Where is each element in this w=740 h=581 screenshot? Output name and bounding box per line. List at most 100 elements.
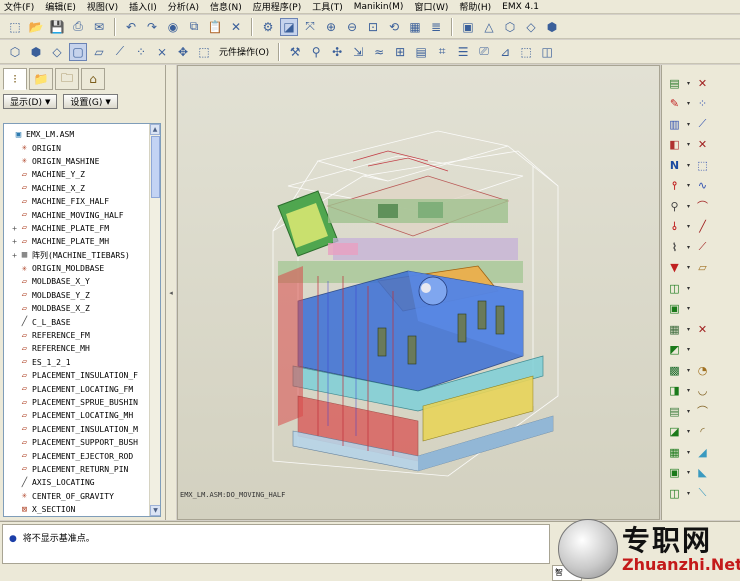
- frame-icon[interactable]: ⬚: [517, 43, 535, 61]
- ejector-icon[interactable]: ⚒: [286, 43, 304, 61]
- chevron-down-icon[interactable]: ▾: [687, 264, 690, 271]
- cube-shaded-icon[interactable]: ⬢: [27, 43, 45, 61]
- axis-icon[interactable]: ⟋: [694, 116, 711, 133]
- insert-icon[interactable]: ⊞: [391, 43, 409, 61]
- orient-icon[interactable]: ⟲: [385, 18, 403, 36]
- slider-icon[interactable]: ▣: [666, 300, 683, 317]
- csys-icon[interactable]: ✕: [694, 75, 711, 92]
- chevron-down-icon[interactable]: ▾: [687, 162, 690, 169]
- menu-file[interactable]: 文件(F): [4, 0, 34, 13]
- tree-item[interactable]: ▱ MACHINE_Y_Z: [4, 168, 150, 181]
- shading-icon[interactable]: ▣: [459, 18, 477, 36]
- tree-item[interactable]: ▱ MACHINE_X_Z: [4, 182, 150, 195]
- cube-wire-icon[interactable]: ◇: [48, 43, 66, 61]
- tree-item[interactable]: ▱ PLACEMENT_INSULATION_F: [4, 369, 150, 382]
- chevron-down-icon[interactable]: ▾: [687, 100, 690, 107]
- fit-icon[interactable]: ⤧: [301, 18, 319, 36]
- email-icon[interactable]: ✉: [90, 18, 108, 36]
- view-icon[interactable]: ◪: [280, 17, 298, 36]
- datum-plane-icon[interactable]: ⬚: [694, 157, 711, 174]
- chevron-down-icon[interactable]: ▾: [687, 285, 690, 292]
- parting-icon[interactable]: ✎: [666, 95, 683, 112]
- chevron-down-icon[interactable]: ▾: [687, 326, 690, 333]
- tree-item[interactable]: + ▱ MACHINE_PLATE_MH: [4, 235, 150, 248]
- cooling-icon[interactable]: ≈: [370, 43, 388, 61]
- tree-scrollbar[interactable]: ▲ ▼: [149, 124, 160, 516]
- slide-icon[interactable]: ⇲: [349, 43, 367, 61]
- pin-icon[interactable]: ⚲: [307, 43, 325, 61]
- tree-item[interactable]: ╱ AXIS_LOCATING: [4, 476, 150, 489]
- settings-dropdown[interactable]: 设置(G) ▼: [63, 94, 118, 109]
- insert-icon[interactable]: ◩: [666, 341, 683, 358]
- sweep-icon[interactable]: ⌒: [694, 403, 711, 420]
- chevron-down-icon[interactable]: ▾: [687, 223, 690, 230]
- options-icon[interactable]: ◫: [666, 485, 683, 502]
- collapse-arrow-icon[interactable]: ◂: [169, 289, 173, 297]
- fold-icon[interactable]: ◢: [694, 444, 711, 461]
- chevron-down-icon[interactable]: ▾: [687, 141, 690, 148]
- bend-icon[interactable]: ◜: [694, 423, 711, 440]
- hidden-line-icon[interactable]: △: [480, 18, 498, 36]
- zoom-out-icon[interactable]: ⊖: [343, 18, 361, 36]
- ejector-pin-icon[interactable]: ⫯: [666, 177, 683, 194]
- history-tab-icon[interactable]: ⌂: [81, 68, 105, 90]
- menu-info[interactable]: 信息(N): [210, 0, 242, 13]
- sprue-icon[interactable]: ▼: [666, 259, 683, 276]
- cross-icon[interactable]: ✕: [694, 136, 711, 153]
- chevron-down-icon[interactable]: ▾: [687, 182, 690, 189]
- check-icon[interactable]: ▦: [666, 444, 683, 461]
- menu-manikin[interactable]: Manikin(M): [354, 2, 404, 12]
- menu-analysis[interactable]: 分析(A): [168, 0, 199, 13]
- favorites-tab-icon[interactable]: 🗀: [55, 68, 79, 90]
- undo-icon[interactable]: ↶: [122, 18, 140, 36]
- chevron-down-icon[interactable]: ▾: [687, 428, 690, 435]
- tree-item[interactable]: ▱ ES_1_2_1: [4, 356, 150, 369]
- tree-item[interactable]: ✳ ORIGIN_MASHINE: [4, 155, 150, 168]
- curve-icon[interactable]: ∿: [694, 177, 711, 194]
- tree-item[interactable]: ▱ PLACEMENT_LOCATING_FM: [4, 382, 150, 395]
- mold-base-icon[interactable]: ▤: [666, 75, 683, 92]
- slash-icon[interactable]: ⟋: [694, 239, 711, 256]
- tree-item[interactable]: ✳ CENTER_OF_GRAVITY: [4, 490, 150, 503]
- line-icon[interactable]: ╱: [694, 218, 711, 235]
- clearance-icon[interactable]: ◨: [666, 382, 683, 399]
- chevron-down-icon[interactable]: ▾: [687, 346, 690, 353]
- tree-item[interactable]: ▱ MACHINE_FIX_HALF: [4, 195, 150, 208]
- plates-icon[interactable]: ▥: [666, 116, 683, 133]
- menu-edit[interactable]: 编辑(E): [45, 0, 76, 13]
- tree-item[interactable]: ⊠ X_SECTION: [4, 503, 150, 516]
- datum-display-icon[interactable]: ⚙: [259, 18, 277, 36]
- chevron-down-icon[interactable]: ▾: [687, 387, 690, 394]
- tree-item[interactable]: ▣ EMX_LM.ASM: [4, 128, 150, 141]
- lifter-icon[interactable]: ▦: [666, 321, 683, 338]
- xsec-icon[interactable]: ✕: [694, 321, 711, 338]
- drawing-icon[interactable]: ◪: [666, 423, 683, 440]
- save-icon[interactable]: 💾: [48, 18, 66, 36]
- tree-item[interactable]: ▱ REFERENCE_MH: [4, 342, 150, 355]
- datum-plane-icon[interactable]: ▱: [90, 43, 108, 61]
- chevron-down-icon[interactable]: ▾: [687, 80, 690, 87]
- tree-item[interactable]: + ▦ 阵列(MACHINE_TIEBARS): [4, 249, 150, 262]
- refit-icon[interactable]: ⊡: [364, 18, 382, 36]
- show-dropdown[interactable]: 显示(D) ▼: [3, 94, 58, 109]
- round-icon[interactable]: ◔: [694, 362, 711, 379]
- cube-active-icon[interactable]: ▢: [69, 42, 87, 61]
- chevron-down-icon[interactable]: ▾: [687, 121, 690, 128]
- shell-icon[interactable]: ◡: [694, 382, 711, 399]
- delete-icon[interactable]: ✕: [227, 18, 245, 36]
- menu-insert[interactable]: 插入(I): [129, 0, 157, 13]
- chevron-down-icon[interactable]: ▾: [687, 367, 690, 374]
- clearance-icon[interactable]: ⌗: [433, 43, 451, 61]
- copy-icon[interactable]: ⧉: [185, 18, 203, 36]
- scroll-down-icon[interactable]: ▼: [150, 505, 160, 516]
- chevron-down-icon[interactable]: ▾: [687, 490, 690, 497]
- expand-toggle-icon[interactable]: +: [10, 237, 19, 246]
- tree-item[interactable]: ╱ C_L_BASE: [4, 315, 150, 328]
- chevron-down-icon[interactable]: ▾: [687, 305, 690, 312]
- expand-toggle-icon[interactable]: +: [10, 251, 19, 260]
- menu-help[interactable]: 帮助(H): [459, 0, 491, 13]
- datum-axis-icon[interactable]: ⟋: [111, 43, 129, 61]
- chevron-down-icon[interactable]: ▾: [687, 449, 690, 456]
- tree-item[interactable]: ▱ MOLDBASE_X_Y: [4, 275, 150, 288]
- tree-item[interactable]: ▱ MACHINE_MOVING_HALF: [4, 208, 150, 221]
